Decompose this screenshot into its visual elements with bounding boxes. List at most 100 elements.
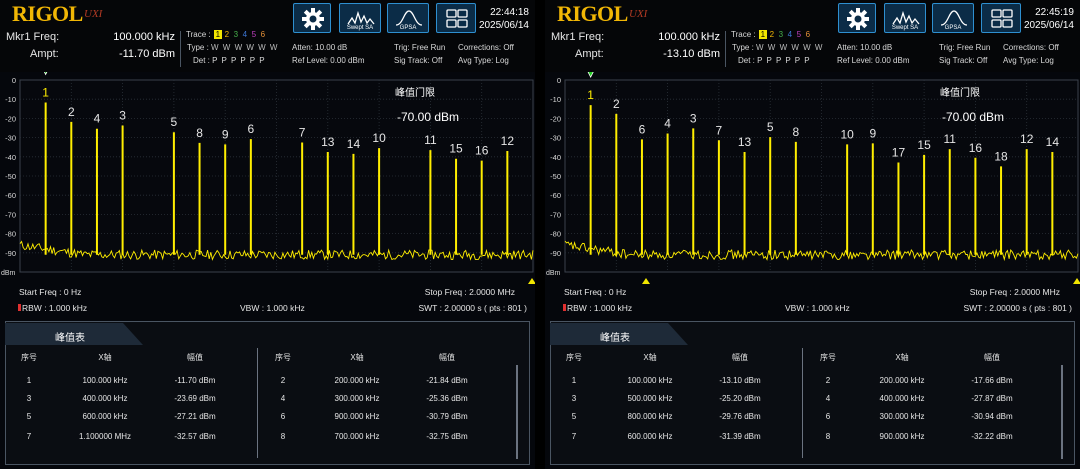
settings-button[interactable] xyxy=(838,3,876,33)
analyzer-screen-right: RIGOL UXI Swept SA GPSA 22:45:19 2025/06… xyxy=(545,0,1080,469)
y-tick-label: -30 xyxy=(550,134,561,143)
peak-table-cell: -29.76 dBm xyxy=(719,412,761,421)
peak-label: 5 xyxy=(171,115,178,129)
layout-button[interactable] xyxy=(436,3,476,33)
swt-text: SWT : 2.00000 s ( pts : 801 ) xyxy=(963,303,1072,313)
peak-table-tab[interactable]: 峰值表 xyxy=(5,323,143,345)
trace-number[interactable]: 2 xyxy=(223,30,231,39)
trace-number[interactable]: 1 xyxy=(213,30,222,39)
freq-marker-icon xyxy=(642,278,650,284)
rbw-text: RBW : 1.000 kHz xyxy=(22,303,88,313)
settings-button[interactable] xyxy=(293,3,331,33)
grid-icon xyxy=(446,9,468,28)
threshold-value: -70.00 dBm xyxy=(397,110,459,124)
trace-row: Trace : 123456 xyxy=(186,30,267,39)
peak-label: 14 xyxy=(347,137,361,151)
peak-table-cell: 900.000 kHz xyxy=(334,412,380,421)
peak-label: 4 xyxy=(664,117,671,131)
peak-table-cell: 7 xyxy=(571,432,577,441)
y-tick-label: -70 xyxy=(5,210,16,219)
gear-icon xyxy=(302,8,324,30)
peak-label: 16 xyxy=(475,144,489,158)
peak-table-tab[interactable]: 峰值表 xyxy=(550,323,688,345)
peak-table-cell: 3 xyxy=(26,394,32,403)
peak-table-header: 幅值 xyxy=(187,353,203,362)
peak-table-cell: 100.000 kHz xyxy=(82,376,128,385)
swept-sa-button[interactable]: Swept SA xyxy=(339,3,381,33)
atten-text: Atten: 10.00 dB xyxy=(837,43,893,52)
table-scrollbar[interactable] xyxy=(516,365,518,459)
gpsa-button[interactable]: GPSA xyxy=(932,3,974,33)
trace-number[interactable]: 5 xyxy=(795,30,803,39)
peak-table-cell: 5 xyxy=(571,412,577,421)
peak-table-cell: -31.39 dBm xyxy=(719,432,761,441)
gpsa-button[interactable]: GPSA xyxy=(387,3,429,33)
trace-dets: P P P P P P xyxy=(212,56,266,65)
gpsa-label: GPSA xyxy=(944,25,962,31)
marker-freq-label: Mkr1 Freq: xyxy=(6,31,60,43)
stop-freq: Stop Freq : 2.0000 MHz xyxy=(969,287,1060,297)
peak-table-cell: 8 xyxy=(280,432,286,441)
clock-time: 22:44:18 xyxy=(490,7,529,18)
peak-label: 11 xyxy=(944,132,957,146)
peak-label: 10 xyxy=(840,127,854,141)
trace-number[interactable]: 6 xyxy=(259,30,267,39)
peak-label: 9 xyxy=(869,126,876,140)
threshold-value: -70.00 dBm xyxy=(942,110,1004,124)
spectrum-plot[interactable]: 0-10-20-30-40-50-60-70-80-90dBm12 4 3 58 9 6 7… xyxy=(0,72,535,288)
peak-label: 4 xyxy=(94,112,101,126)
marker-freq-value: 100.000 kHz xyxy=(113,31,175,43)
marker-freq-value: 100.000 kHz xyxy=(658,31,720,43)
vbw-text: VBW : 1.000 kHz xyxy=(785,303,850,313)
brand-series: UXI xyxy=(629,8,648,20)
peak-table-header: 序号 xyxy=(566,353,582,362)
marker-triangle-icon[interactable] xyxy=(39,72,53,76)
trigger-text: Trig: Free Run xyxy=(394,43,446,52)
peak-label: 9 xyxy=(222,127,229,141)
y-unit-label: dBm xyxy=(1,270,16,277)
peak-table-cell: -30.79 dBm xyxy=(426,412,468,421)
peak-table-cell: 6 xyxy=(825,412,831,421)
peak-table-header: X轴 xyxy=(895,353,909,362)
peak-table-cell: -25.20 dBm xyxy=(719,394,761,403)
peak-table-header: 序号 xyxy=(820,353,836,362)
peak-label: 15 xyxy=(917,138,931,152)
peak-table-cell: -27.87 dBm xyxy=(971,394,1013,403)
peak-label: 1 xyxy=(42,85,49,99)
peak-table-cell: 100.000 kHz xyxy=(627,376,673,385)
trace-number[interactable]: 4 xyxy=(241,30,249,39)
marker-ampt-label: Ampt: xyxy=(30,48,59,60)
y-tick-label: -80 xyxy=(550,230,561,239)
peak-table-cell: 1.100000 MHz xyxy=(78,432,132,441)
trace-number[interactable]: 6 xyxy=(804,30,812,39)
sig-track-text: Sig Track: Off xyxy=(939,56,988,65)
peak-label: 6 xyxy=(639,122,646,136)
stop-freq: Stop Freq : 2.0000 MHz xyxy=(424,287,515,297)
trace-number[interactable]: 4 xyxy=(786,30,794,39)
trace-number[interactable]: 3 xyxy=(777,30,785,39)
swept-sa-button[interactable]: Swept SA xyxy=(884,3,926,33)
peak-table-header: 幅值 xyxy=(984,353,1000,362)
y-tick-label: -80 xyxy=(5,230,16,239)
gear-icon xyxy=(847,8,869,30)
swept-sa-label: Swept SA xyxy=(891,25,919,31)
table-divider xyxy=(257,348,258,458)
trace-number[interactable]: 3 xyxy=(232,30,240,39)
trace-number[interactable]: 5 xyxy=(250,30,258,39)
table-scrollbar[interactable] xyxy=(1061,365,1063,459)
trace-det-label: Det : xyxy=(738,56,755,65)
peak-label: 2 xyxy=(613,97,620,111)
header-bar: RIGOL UXI Swept SA GPSA 22:45:19 2025/06… xyxy=(545,0,1080,72)
spectrum-plot[interactable]: 0-10-20-30-40-50-60-70-80-90dBm126 4 37135… xyxy=(545,72,1080,288)
header-divider xyxy=(180,31,181,67)
layout-button[interactable] xyxy=(981,3,1021,33)
trace-number[interactable]: 2 xyxy=(768,30,776,39)
peak-table-cell: 5 xyxy=(26,412,32,421)
peak-table-header: 序号 xyxy=(275,353,291,362)
peak-label: 1 xyxy=(587,88,594,102)
trace-number[interactable]: 1 xyxy=(758,30,767,39)
peak-table-cell: 1 xyxy=(26,376,32,385)
corrections-text: Corrections: Off xyxy=(1003,43,1059,52)
marker-triangle-icon[interactable] xyxy=(584,72,598,79)
gpsa-label: GPSA xyxy=(399,25,417,31)
